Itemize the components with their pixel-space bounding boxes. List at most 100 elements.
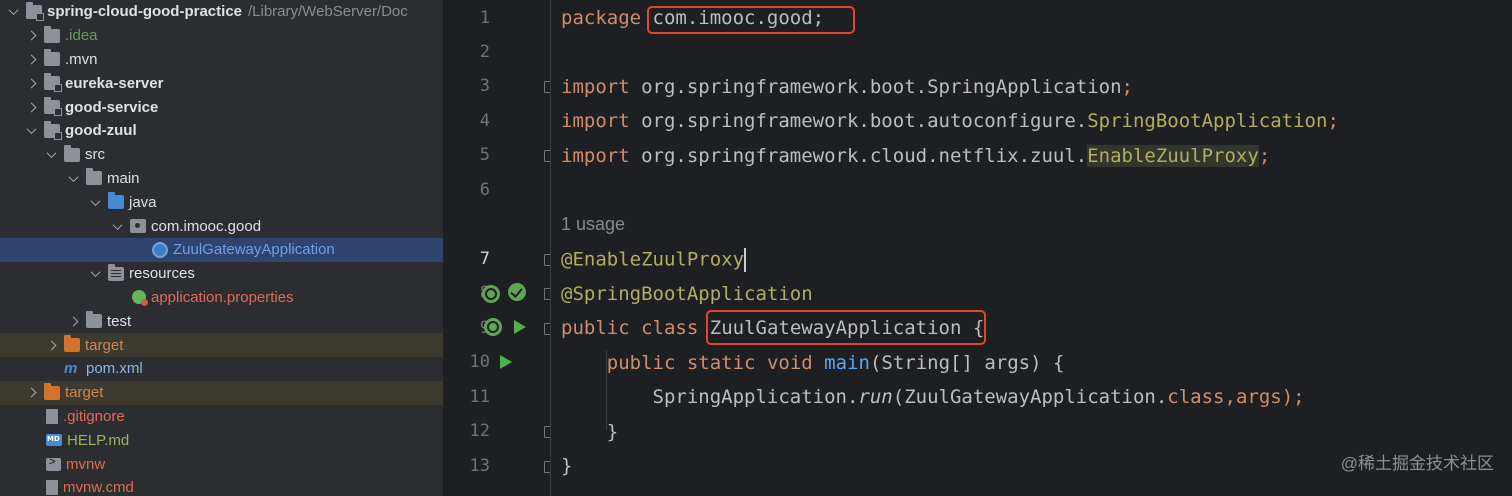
- tree-item-label: src: [85, 146, 105, 164]
- code-editor[interactable]: package com.imooc.good; import org.sprin…: [550, 0, 1512, 496]
- run-main-icon[interactable]: [500, 355, 512, 369]
- chevron-right-icon[interactable]: [24, 100, 38, 114]
- tree-item-pom[interactable]: m pom.xml: [0, 357, 443, 381]
- module-folder-icon: [26, 1, 44, 21]
- text-caret: [744, 248, 747, 272]
- line-number: 13: [469, 456, 490, 476]
- line-number: 9: [443, 318, 490, 338]
- keyword: public: [561, 317, 630, 339]
- line-number: 5: [479, 145, 490, 165]
- chevron-down-icon[interactable]: [24, 124, 38, 138]
- tree-item-application-properties[interactable]: application.properties: [0, 286, 443, 310]
- tree-item-test[interactable]: test: [0, 309, 443, 333]
- code-line-7: @EnableZuulProxy: [561, 248, 747, 272]
- spring-class-icon: [152, 241, 168, 258]
- tree-item-idea[interactable]: .idea: [0, 24, 443, 48]
- tree-item-root[interactable]: spring-cloud-good-practice /Library/WebS…: [0, 0, 443, 24]
- call-method: run: [858, 386, 893, 408]
- tree-item-label: mvnw.cmd: [63, 479, 134, 496]
- import-class: SpringBootApplication: [1087, 110, 1328, 132]
- tree-item-mvnw-cmd[interactable]: mvnw.cmd: [0, 476, 443, 496]
- tree-item-mvnw[interactable]: mvnw: [0, 452, 443, 476]
- tree-item-label: main: [107, 169, 140, 187]
- tree-item-good-zuul[interactable]: good-zuul: [0, 119, 443, 143]
- tree-item-target-root[interactable]: target: [0, 380, 443, 405]
- tree-item-label: eureka-server: [65, 74, 164, 92]
- code-line-8: @SpringBootApplication: [561, 283, 813, 305]
- folder-icon: [44, 25, 60, 43]
- run-class-icon[interactable]: [514, 320, 526, 334]
- keyword: public: [606, 352, 676, 374]
- chevron-down-icon[interactable]: [6, 5, 20, 19]
- annotation: @EnableZuulProxy: [561, 248, 745, 271]
- punctuation: }: [561, 455, 573, 477]
- tree-item-label: good-service: [65, 98, 159, 116]
- chevron-right-icon[interactable]: [66, 314, 80, 328]
- class-name-highlight-box: [706, 310, 986, 345]
- import-path: org.springframework.boot.SpringApplicati…: [641, 76, 1122, 98]
- package-highlight-box: [647, 6, 855, 34]
- spring-config-check-icon[interactable]: [508, 283, 526, 301]
- line-number: 1: [479, 8, 490, 28]
- code-line-13: }: [561, 455, 572, 477]
- call-args: (ZuulGatewayApplication.: [892, 386, 1168, 408]
- tree-item-eureka-server[interactable]: eureka-server: [0, 71, 443, 95]
- line-number: 6: [479, 180, 490, 200]
- method-name: main: [824, 352, 870, 374]
- chevron-down-icon[interactable]: [44, 148, 58, 162]
- chevron-right-icon[interactable]: [24, 29, 38, 43]
- code-line-10: public static void main(String[] args) {: [561, 352, 1065, 374]
- keyword: static: [686, 352, 756, 374]
- code-line-3: import org.springframework.boot.SpringAp…: [561, 76, 1133, 98]
- tree-item-package[interactable]: com.imooc.good: [0, 214, 443, 238]
- tree-item-resources[interactable]: resources: [0, 262, 443, 286]
- code-line-12: }: [561, 421, 618, 443]
- keyword: package: [561, 7, 642, 29]
- line-number: 11: [469, 387, 490, 407]
- chevron-down-icon[interactable]: [88, 195, 102, 209]
- line-number: 3: [479, 76, 490, 96]
- tree-item-src[interactable]: src: [0, 143, 443, 167]
- punctuation: ;: [1327, 110, 1339, 132]
- tree-item-label: spring-cloud-good-practice: [47, 3, 242, 21]
- keyword: import: [561, 145, 630, 167]
- terminal-file-icon: [46, 456, 61, 471]
- tree-item-label: com.imooc.good: [151, 217, 262, 235]
- tree-item-zuul-gateway-application[interactable]: ZuulGatewayApplication: [0, 238, 443, 262]
- tree-item-java[interactable]: java: [0, 190, 443, 214]
- usage-hint[interactable]: 1 usage: [561, 214, 625, 235]
- line-number: 12: [469, 421, 490, 441]
- tree-item-help-md[interactable]: HELP.md: [0, 428, 443, 452]
- module-folder-icon: [44, 73, 62, 93]
- line-number-current: 7: [479, 249, 490, 269]
- tree-item-label: resources: [129, 265, 195, 283]
- keyword: import: [561, 76, 630, 98]
- tree-item-label: .idea: [65, 27, 98, 45]
- line-number: 2: [479, 42, 490, 62]
- chevron-down-icon[interactable]: [66, 171, 80, 185]
- chevron-right-icon[interactable]: [24, 386, 38, 400]
- chevron-right-icon[interactable]: [24, 52, 38, 66]
- chevron-right-icon[interactable]: [24, 76, 38, 90]
- tree-item-label: mvnw: [66, 455, 106, 473]
- spring-bean-search-icon[interactable]: [482, 285, 500, 303]
- tree-item-label: pom.xml: [86, 360, 143, 378]
- annotation: @SpringBootApplication: [561, 283, 813, 305]
- excluded-folder-icon: [64, 335, 80, 353]
- tree-item-label: java: [129, 193, 157, 211]
- line-number: 10: [469, 352, 490, 372]
- project-tree-panel: spring-cloud-good-practice /Library/WebS…: [0, 0, 443, 496]
- tree-item-label: .mvn: [65, 50, 98, 68]
- spring-bean-gutter-icon[interactable]: [484, 318, 502, 336]
- tree-item-good-service[interactable]: good-service: [0, 95, 443, 119]
- tree-item-gitignore[interactable]: .gitignore: [0, 405, 443, 429]
- chevron-down-icon[interactable]: [110, 219, 124, 233]
- tree-item-mvn[interactable]: .mvn: [0, 48, 443, 72]
- chevron-down-icon[interactable]: [88, 267, 102, 281]
- line-number: 4: [479, 111, 490, 131]
- method-params: (String[] args) {: [869, 352, 1065, 374]
- tree-item-target-module[interactable]: target: [0, 333, 443, 357]
- tree-item-main[interactable]: main: [0, 167, 443, 191]
- file-icon: [46, 408, 58, 424]
- chevron-right-icon[interactable]: [44, 338, 58, 352]
